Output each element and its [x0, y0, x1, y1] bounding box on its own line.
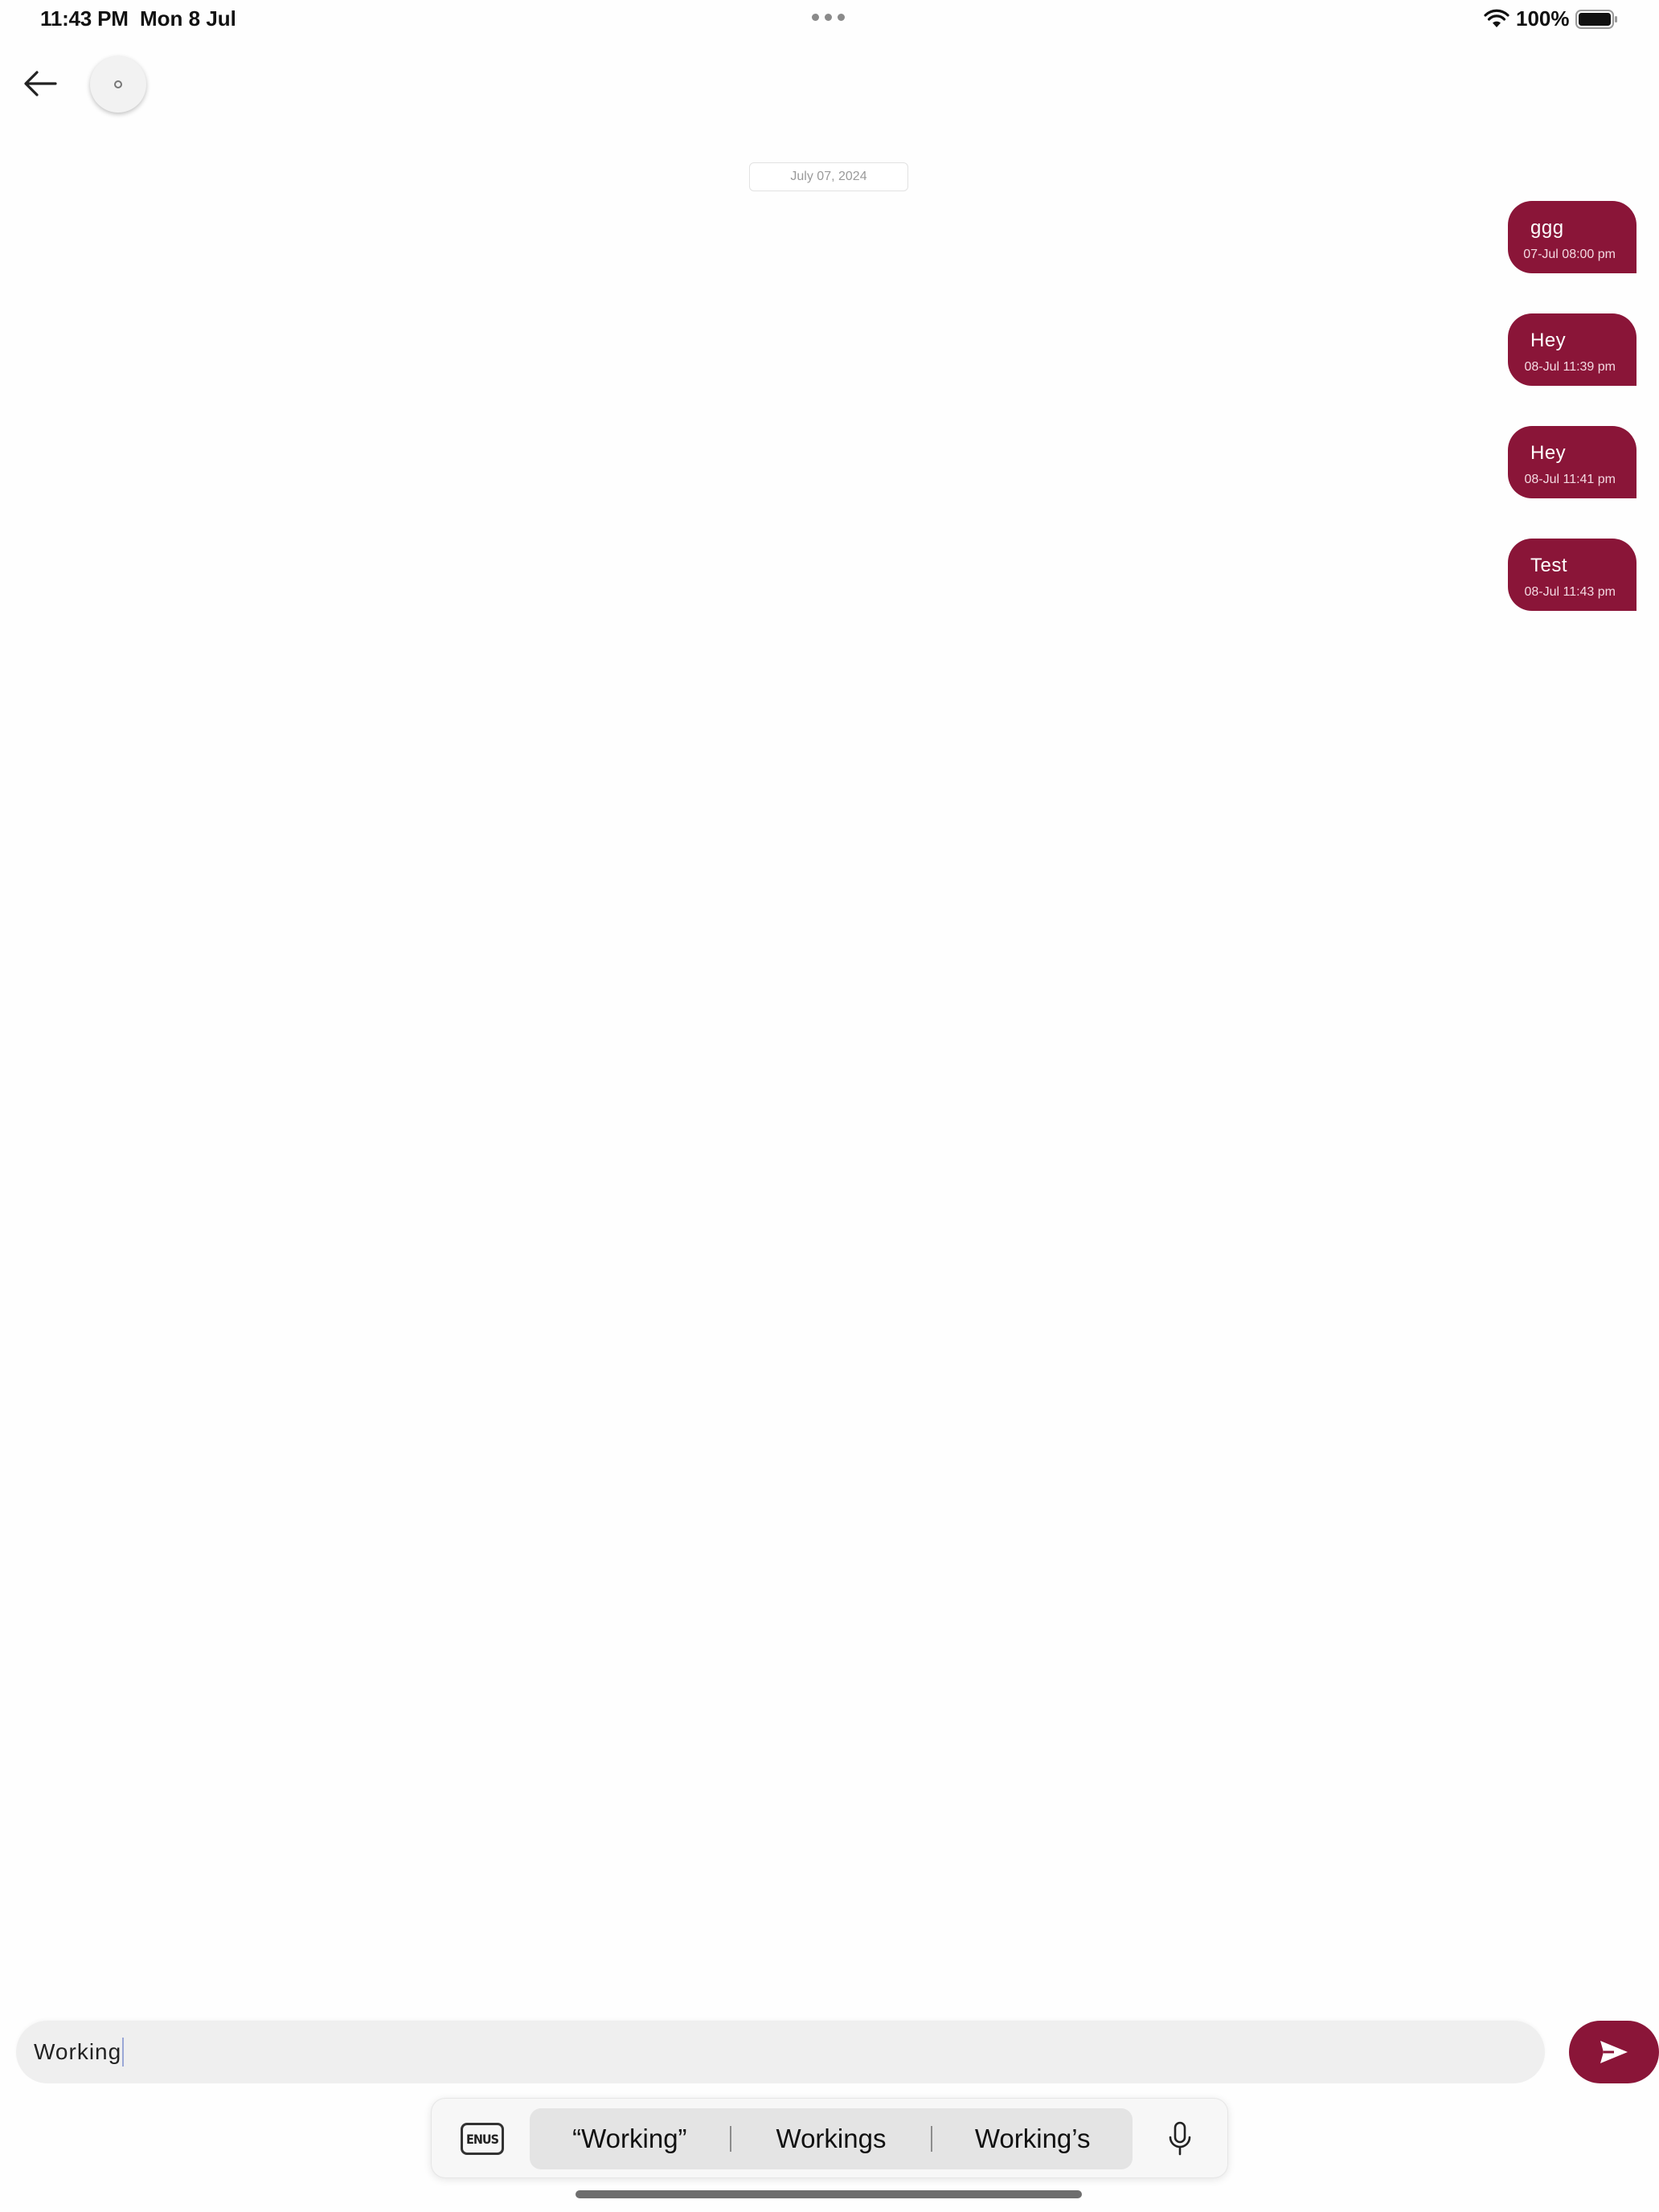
- message-bubble[interactable]: ggg 07-Jul 08:00 pm: [1508, 201, 1636, 273]
- avatar-placeholder-icon: [114, 80, 122, 88]
- avatar[interactable]: [90, 56, 146, 113]
- text-caret: [122, 2038, 125, 2067]
- battery-icon: [1575, 10, 1617, 29]
- message-time: 07-Jul 08:00 pm: [1523, 248, 1616, 261]
- status-time: 11:43 PM: [40, 6, 129, 31]
- message-time: 08-Jul 11:39 pm: [1524, 360, 1616, 374]
- message-text: Hey: [1530, 442, 1567, 464]
- send-icon: [1600, 2041, 1628, 2063]
- date-separator: July 07, 2024: [749, 162, 908, 191]
- status-bar: 11:43 PM Mon 8 Jul 100%: [0, 0, 1659, 39]
- microphone-icon: [1169, 2121, 1191, 2156]
- suggestion-item[interactable]: Working’s: [932, 2124, 1133, 2154]
- multitasking-dots-icon[interactable]: [812, 14, 847, 22]
- message-text: ggg: [1530, 217, 1564, 239]
- message-bubble[interactable]: Hey 08-Jul 11:39 pm: [1508, 313, 1636, 386]
- battery-percentage: 100%: [1516, 6, 1570, 31]
- home-indicator[interactable]: [576, 2190, 1082, 2198]
- send-button[interactable]: [1569, 2021, 1659, 2083]
- dictation-button[interactable]: [1160, 2118, 1200, 2160]
- message-input-value: Working: [34, 2039, 122, 2064]
- keyboard-suggestion-bar: ENUS “Working” Workings Working’s: [431, 2098, 1228, 2178]
- wifi-icon: [1484, 9, 1509, 27]
- message-text: Hey: [1530, 330, 1567, 351]
- back-button[interactable]: [18, 63, 63, 104]
- message-time: 08-Jul 11:41 pm: [1524, 473, 1616, 486]
- message-time: 08-Jul 11:43 pm: [1524, 585, 1616, 599]
- suggestion-item[interactable]: “Working”: [530, 2124, 730, 2154]
- language-switch-icon[interactable]: ENUS: [461, 2123, 504, 2155]
- status-date: Mon 8 Jul: [140, 6, 236, 31]
- message-bubble[interactable]: Hey 08-Jul 11:41 pm: [1508, 426, 1636, 498]
- arrow-left-icon: [24, 71, 57, 96]
- suggestion-strip: “Working” Workings Working’s: [530, 2108, 1133, 2169]
- message-bubble[interactable]: Test 08-Jul 11:43 pm: [1508, 539, 1636, 611]
- suggestion-item[interactable]: Workings: [731, 2124, 932, 2154]
- message-text: Test: [1530, 555, 1568, 576]
- chat-screen: 11:43 PM Mon 8 Jul 100% July 07, 2024 gg…: [0, 0, 1659, 2212]
- message-input[interactable]: Working: [16, 2021, 1545, 2083]
